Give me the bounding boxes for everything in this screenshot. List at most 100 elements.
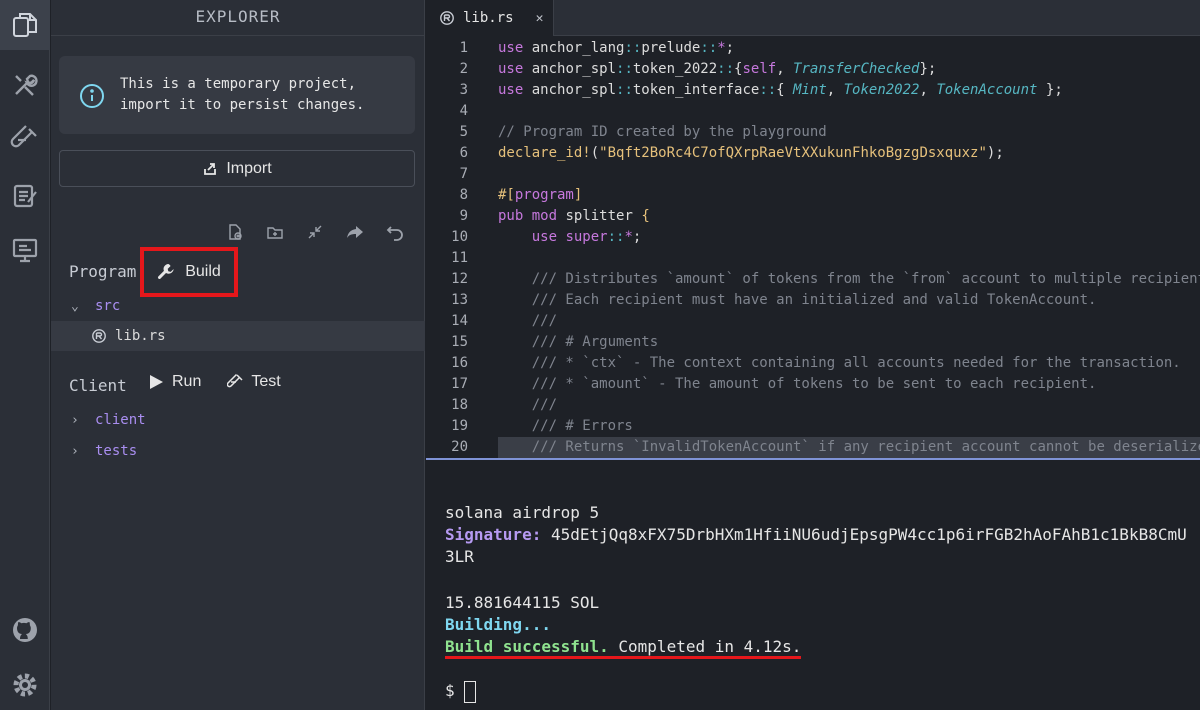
close-icon[interactable]: ✕ bbox=[536, 11, 544, 26]
test-tube-icon[interactable] bbox=[0, 115, 50, 165]
code-line[interactable]: 5 // Program ID created by the playground bbox=[426, 122, 1200, 143]
line-number: 17 bbox=[451, 375, 468, 392]
tutorials-icon[interactable] bbox=[0, 225, 50, 275]
code-line[interactable]: 17 /// * `amount` - The amount of tokens… bbox=[426, 374, 1200, 395]
chevron-down-icon: ⌄ bbox=[71, 298, 79, 314]
terminal-prompt-line: $ bbox=[445, 680, 477, 703]
code-line[interactable]: 8 #[program] bbox=[426, 185, 1200, 206]
code-text: /// Distributes `amount` of tokens from … bbox=[498, 270, 1200, 287]
code-line[interactable]: 7 bbox=[426, 164, 1200, 185]
line-number: 2 bbox=[459, 60, 468, 77]
file-lib-rs[interactable]: lib.rs bbox=[51, 321, 425, 351]
code-line[interactable]: 19 /// # Errors bbox=[426, 416, 1200, 437]
folder-client[interactable]: › client bbox=[51, 405, 425, 435]
client-section-label: Client bbox=[69, 376, 127, 395]
terminal-panel[interactable]: solana airdrop 5 Signature: 45dEtjQq8xFX… bbox=[426, 460, 1200, 710]
tools-icon[interactable] bbox=[0, 60, 50, 110]
test-tube-icon bbox=[227, 374, 243, 388]
code-text: /// * `ctx` - The context containing all… bbox=[498, 354, 1181, 371]
program-section-label: Program bbox=[69, 262, 137, 281]
code-text: pub mod splitter { bbox=[498, 207, 650, 224]
notice-text: This is a temporary project, import it t… bbox=[120, 76, 365, 113]
code-text: /// # Errors bbox=[498, 417, 633, 434]
editor-tabbar: lib.rs ✕ bbox=[426, 0, 1200, 36]
settings-icon[interactable] bbox=[0, 660, 50, 710]
code-line[interactable]: 16 /// * `ctx` - The context containing … bbox=[426, 353, 1200, 374]
code-line[interactable]: 10 use super::*; bbox=[426, 227, 1200, 248]
line-number: 5 bbox=[459, 123, 468, 140]
undo-icon[interactable] bbox=[386, 223, 404, 241]
run-button[interactable]: Run bbox=[148, 373, 201, 391]
line-number: 10 bbox=[451, 228, 468, 245]
code-line[interactable]: 9 pub mod splitter { bbox=[426, 206, 1200, 227]
code-text: /// Returns `InvalidTokenAccount` if any… bbox=[498, 436, 1200, 458]
build-completed: Completed in 4.12s. bbox=[608, 637, 802, 656]
code-text: use anchor_lang::prelude::*; bbox=[498, 39, 735, 56]
collapse-icon[interactable] bbox=[306, 223, 324, 241]
code-line[interactable]: 2 use anchor_spl::token_2022::{self, Tran… bbox=[426, 59, 1200, 80]
code-text: use super::*; bbox=[531, 228, 642, 245]
code-line[interactable]: 12 /// Distributes `amount` of tokens fr… bbox=[426, 269, 1200, 290]
tab-label: lib.rs bbox=[463, 10, 514, 26]
build-button[interactable]: Build bbox=[140, 247, 238, 297]
import-label: Import bbox=[226, 159, 272, 177]
rust-file-icon bbox=[440, 11, 454, 25]
notes-icon[interactable] bbox=[0, 170, 50, 220]
code-text: /// Each recipient must have an initiali… bbox=[498, 291, 1097, 308]
import-button[interactable]: Import bbox=[59, 150, 415, 187]
code-line[interactable]: 13 /// Each recipient must have an initi… bbox=[426, 290, 1200, 311]
build-success: Build successful. bbox=[445, 637, 609, 656]
terminal-build-result: Build successful. Completed in 4.12s. bbox=[445, 636, 801, 658]
line-number: 6 bbox=[459, 144, 468, 161]
code-text: /// bbox=[498, 312, 558, 329]
explorer-toolbar bbox=[226, 218, 416, 246]
code-text: use anchor_spl::token_interface::{ Mint,… bbox=[498, 81, 1063, 98]
test-button[interactable]: Test bbox=[227, 373, 281, 391]
github-icon[interactable] bbox=[0, 605, 50, 655]
import-icon bbox=[204, 162, 217, 175]
folder-label: tests bbox=[95, 443, 138, 459]
folder-src[interactable]: ⌄ src bbox=[51, 291, 425, 321]
code-line[interactable]: 1 use anchor_lang::prelude::*; bbox=[426, 38, 1200, 59]
wrench-icon bbox=[158, 264, 174, 279]
code-line[interactable]: 18 /// bbox=[426, 395, 1200, 416]
folder-label: client bbox=[95, 412, 146, 428]
code-line[interactable]: 15 /// # Arguments bbox=[426, 332, 1200, 353]
code-text: use anchor_spl::token_2022::{self, Trans… bbox=[498, 60, 937, 77]
code-line[interactable]: 20 /// Returns `InvalidTokenAccount` if … bbox=[426, 436, 1200, 458]
activity-bar bbox=[0, 0, 50, 710]
explorer-icon[interactable] bbox=[0, 0, 50, 50]
client-actions: Run Test bbox=[148, 373, 281, 391]
folder-label: src bbox=[95, 298, 121, 314]
terminal-signature-line: Signature: 45dEtjQq8xFX75DrbHXm1HfiiNU6u… bbox=[445, 524, 1187, 546]
line-number: 18 bbox=[451, 396, 468, 413]
line-number: 7 bbox=[459, 165, 468, 182]
chevron-right-icon: › bbox=[71, 443, 79, 459]
code-line[interactable]: 3 use anchor_spl::token_interface::{ Mint… bbox=[426, 80, 1200, 101]
share-icon[interactable] bbox=[346, 223, 364, 241]
terminal-balance: 15.881644115 SOL bbox=[445, 593, 600, 612]
code-line[interactable]: 6 declare_id!("Bqft2BoRc4C7ofQXrpRaeVtXXu… bbox=[426, 143, 1200, 164]
line-number: 3 bbox=[459, 81, 468, 98]
line-number: 14 bbox=[451, 312, 468, 329]
code-text: /// bbox=[498, 396, 558, 413]
code-line[interactable]: 14 /// bbox=[426, 311, 1200, 332]
temporary-project-notice: This is a temporary project, import it t… bbox=[59, 56, 415, 134]
line-number: 4 bbox=[459, 102, 468, 119]
tab-lib-rs[interactable]: lib.rs ✕ bbox=[426, 0, 554, 36]
folder-tests[interactable]: › tests bbox=[51, 436, 425, 466]
line-number: 15 bbox=[451, 333, 468, 350]
line-number: 16 bbox=[451, 354, 468, 371]
rust-file-icon bbox=[92, 329, 106, 343]
chevron-right-icon: › bbox=[71, 412, 79, 428]
prompt-symbol: $ bbox=[445, 681, 465, 700]
sidebar-title: EXPLORER bbox=[51, 0, 425, 36]
line-number: 9 bbox=[459, 207, 468, 224]
code-line[interactable]: 4 bbox=[426, 101, 1200, 122]
highlight-underline bbox=[445, 656, 801, 659]
terminal-cursor[interactable] bbox=[464, 680, 477, 703]
code-line[interactable]: 11 bbox=[426, 248, 1200, 269]
code-editor[interactable]: 1 use anchor_lang::prelude::*; 2 use anchor… bbox=[426, 37, 1200, 458]
new-folder-icon[interactable] bbox=[266, 223, 284, 241]
new-file-icon[interactable] bbox=[226, 223, 244, 241]
